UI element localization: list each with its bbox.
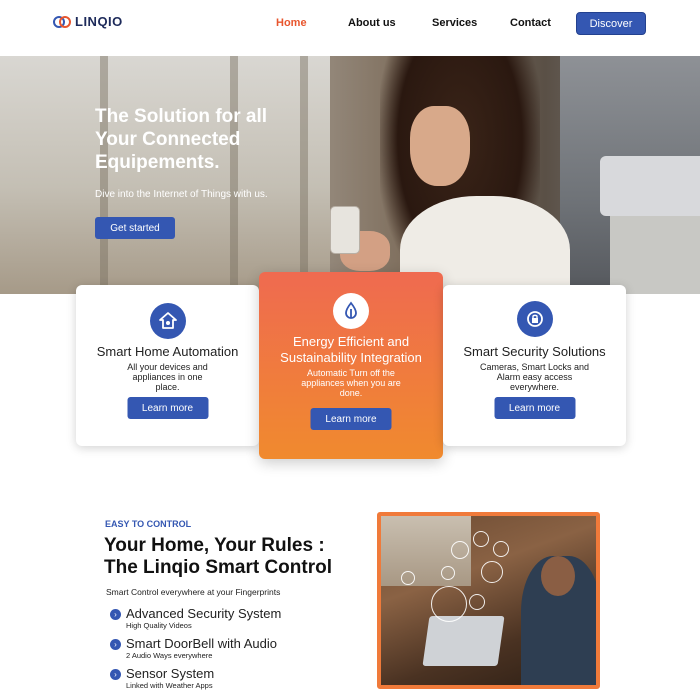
feature-subtitle: 2 Audio Ways everywhere	[126, 651, 213, 660]
card-title: Energy Efficient and Sustainability Inte…	[280, 334, 422, 365]
chevron-right-icon: ›	[110, 609, 121, 620]
smart-home-icon	[451, 541, 469, 559]
smart-control-photo	[377, 512, 600, 689]
leaf-drop-icon	[333, 293, 369, 329]
section-title-line1: Your Home, Your Rules :	[104, 535, 325, 556]
nav-link-contact[interactable]: Contact	[510, 17, 551, 29]
smart-device-icon	[493, 541, 509, 557]
nav-link-home[interactable]: Home	[276, 17, 307, 29]
logo-text: LINQIO	[75, 14, 123, 29]
chevron-right-icon: ›	[110, 669, 121, 680]
section-eyebrow: EASY TO CONTROL	[105, 519, 192, 529]
card-description: All your devices and appliances in one p…	[127, 362, 208, 392]
hero-background-window	[0, 56, 330, 294]
feature-subtitle: High Quality Videos	[126, 621, 192, 630]
hero-banner	[0, 56, 700, 294]
smart-device-icon	[473, 531, 489, 547]
card-description: Cameras, Smart Locks and Alarm easy acce…	[479, 362, 590, 392]
hero-phone-image	[330, 206, 360, 254]
discover-button[interactable]: Discover	[576, 12, 646, 35]
laptop-image	[422, 616, 505, 666]
logo-mark-icon	[53, 15, 71, 28]
feature-card-energy-efficient: Energy Efficient and Sustainability Inte…	[259, 272, 443, 459]
smart-device-icon	[401, 571, 415, 585]
section-subtitle: Smart Control everywhere at your Fingerp…	[106, 587, 281, 597]
home-shield-icon	[149, 303, 186, 339]
feature-card-security: Smart Security Solutions Cameras, Smart …	[443, 285, 626, 446]
get-started-button[interactable]: Get started	[95, 217, 175, 239]
learn-more-button[interactable]: Learn more	[127, 397, 208, 419]
card-title: Smart Home Automation	[96, 344, 239, 359]
hero-subtitle: Dive into the Internet of Things with us…	[95, 189, 268, 200]
smart-device-icon	[469, 594, 485, 610]
smart-home-hub-icon	[431, 586, 467, 622]
feature-subtitle: Linked with Weather Apps	[126, 681, 213, 690]
logo[interactable]: LINQIO	[53, 14, 123, 29]
card-title: Smart Security Solutions	[463, 344, 606, 359]
feature-title: Sensor System	[126, 666, 215, 681]
section-title: Your Home, Your Rules : The Linqio Smart…	[104, 535, 332, 579]
smart-device-icon	[441, 566, 455, 580]
section-title-line2: The Linqio Smart Control	[104, 557, 332, 578]
chevron-right-icon: ›	[110, 639, 121, 650]
learn-more-button[interactable]: Learn more	[310, 408, 392, 430]
top-nav: LINQIO Home About us Services Contact Di…	[0, 0, 700, 48]
card-description: Automatic Turn off the appliances when y…	[301, 368, 401, 398]
feature-title: Advanced Security System	[126, 606, 282, 621]
security-lock-icon	[516, 301, 553, 337]
feature-card-home-automation: Smart Home Automation All your devices a…	[76, 285, 259, 446]
nav-link-about[interactable]: About us	[348, 17, 396, 29]
feature-title: Smart DoorBell with Audio	[126, 636, 278, 651]
nav-link-services[interactable]: Services	[432, 17, 477, 29]
smart-device-icon	[481, 561, 503, 583]
hero-title: The Solution for all Your Connected Equi…	[95, 106, 268, 173]
learn-more-button[interactable]: Learn more	[494, 397, 575, 419]
